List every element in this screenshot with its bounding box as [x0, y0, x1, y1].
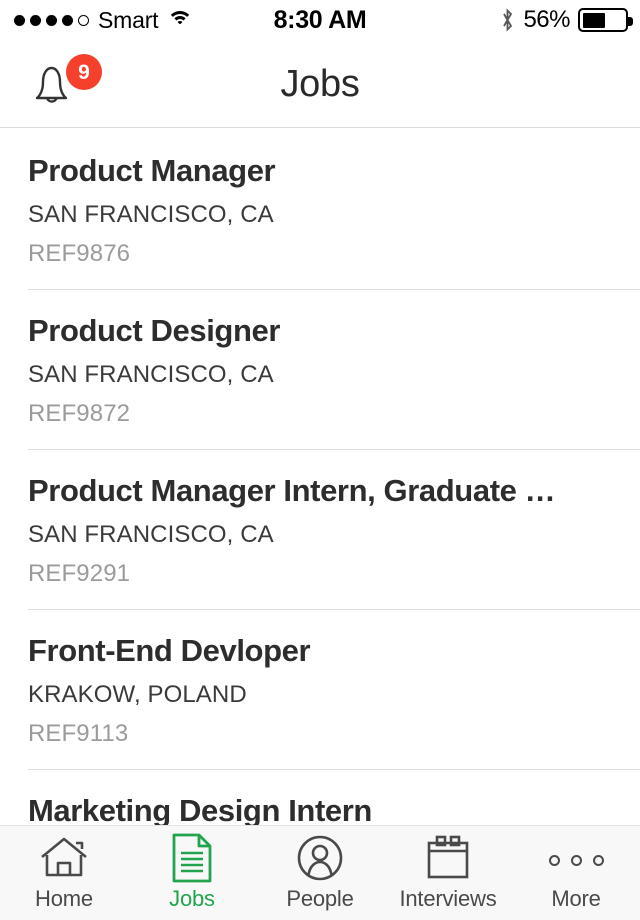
tab-interviews[interactable]: Interviews [384, 826, 512, 920]
job-list[interactable]: Product Manager SAN FRANCISCO, CA REF9876 P… [0, 129, 640, 825]
person-circle-icon [296, 834, 344, 887]
job-list-item[interactable]: Marketing Design Intern [0, 769, 640, 825]
job-location: SAN FRANCISCO, CA [28, 520, 274, 548]
job-location: SAN FRANCISCO, CA [28, 200, 274, 228]
tab-more[interactable]: More [512, 826, 640, 920]
job-reference: REF9291 [28, 559, 131, 587]
job-reference: REF9113 [28, 719, 129, 747]
battery-icon [578, 8, 633, 32]
job-title: Product Designer [28, 313, 280, 348]
job-reference: REF9872 [28, 399, 131, 427]
job-location: SAN FRANCISCO, CA [28, 360, 274, 388]
app-screen: Smart 8:30 AM 56% 9 Jobs Product Manager… [0, 0, 640, 920]
tab-label: Jobs [169, 886, 215, 911]
document-icon [171, 833, 213, 888]
job-title: Front-End Devloper [28, 633, 311, 668]
job-list-item[interactable]: Product Designer SAN FRANCISCO, CA REF9872 [0, 289, 640, 449]
ellipsis-icon [548, 854, 604, 866]
status-bar: Smart 8:30 AM 56% [0, 0, 640, 40]
bluetooth-icon [500, 8, 515, 32]
tab-label: More [551, 886, 601, 911]
tab-icon-wrapper [296, 835, 344, 883]
job-title: Product Manager [28, 153, 276, 188]
job-list-item[interactable]: Product Manager SAN FRANCISCO, CA REF9876 [0, 129, 640, 289]
tab-icon-wrapper [38, 837, 90, 883]
bottom-tab-bar[interactable]: Home Jobs People Interviews More [0, 825, 640, 920]
tab-icon-wrapper [171, 833, 213, 883]
job-location: KRAKOW, POLAND [28, 680, 247, 708]
tab-icon-wrapper [424, 835, 472, 886]
page-title: Jobs [280, 62, 360, 105]
battery-percent-label: 56% [523, 6, 570, 33]
tab-label: Home [35, 886, 93, 911]
page-header: 9 Jobs [0, 40, 640, 128]
tab-label: People [286, 886, 354, 911]
job-list-item[interactable]: Front-End Devloper KRAKOW, POLAND REF9113 [0, 609, 640, 769]
status-bar-right: 56% [500, 6, 633, 34]
tab-label: Interviews [399, 886, 497, 911]
home-icon [38, 835, 90, 886]
tab-home[interactable]: Home [0, 826, 128, 920]
tab-people[interactable]: People [256, 826, 384, 920]
calendar-icon [424, 835, 472, 886]
job-title: Product Manager Intern, Graduate … [28, 473, 556, 508]
tab-icon-wrapper [548, 837, 604, 883]
job-reference: REF9876 [28, 239, 131, 267]
job-title: Marketing Design Intern [28, 793, 372, 825]
job-list-item[interactable]: Product Manager Intern, Graduate … SAN FR… [0, 449, 640, 609]
tab-jobs[interactable]: Jobs [128, 826, 256, 920]
